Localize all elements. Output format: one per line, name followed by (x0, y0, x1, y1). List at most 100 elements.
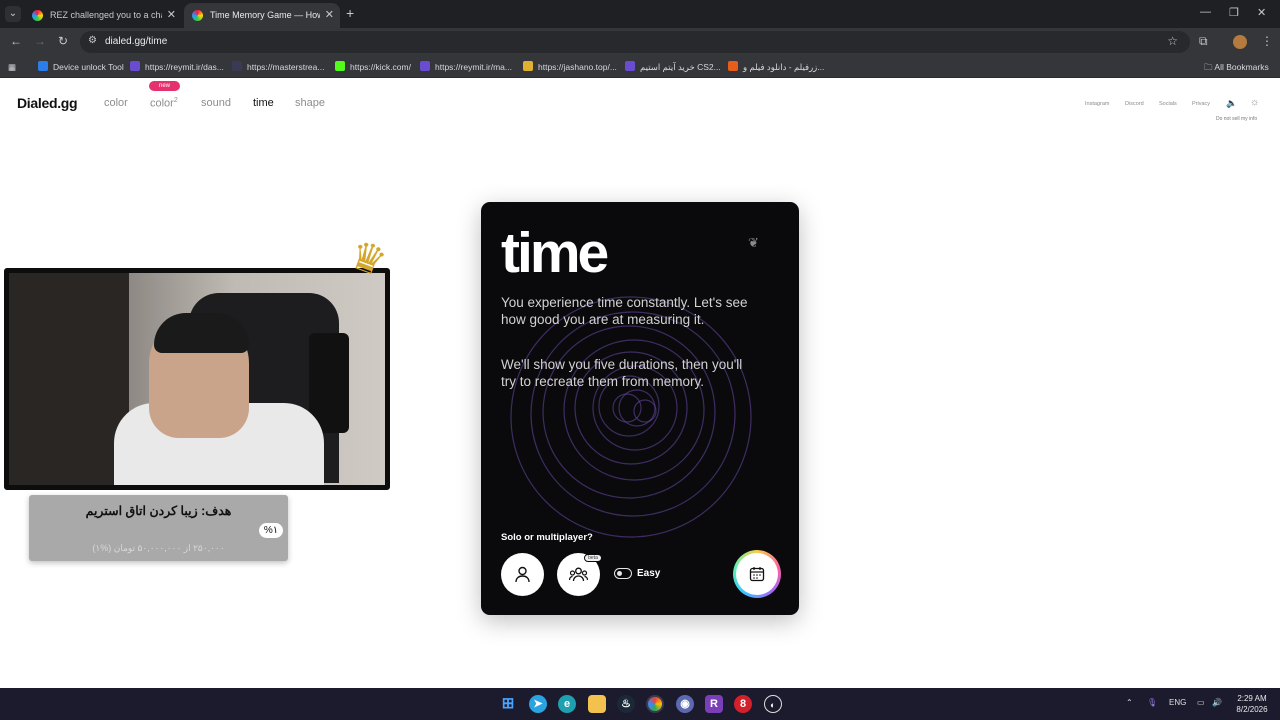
nav-sound[interactable]: sound (201, 97, 231, 109)
game-card: time ❦ You experience time constantly. L… (481, 202, 799, 615)
mode-question: Solo or multiplayer? (501, 532, 593, 543)
network-icon[interactable]: ▭ (1197, 698, 1205, 707)
windows-taskbar: ⊞ ➤ e ♨ ◉ R 8 ◐ ⌃ 🎙 ENG ▭ 🔊 2:29 AM 8/2/… (0, 688, 1280, 720)
bookmark-label: https://jashano.top/... (538, 62, 617, 72)
card-title: time (501, 221, 609, 285)
bookmark-item[interactable]: https://kick.com/ (335, 60, 411, 74)
all-bookmarks-label: All Bookmarks (1214, 62, 1269, 72)
bookmark-favicon (625, 61, 635, 71)
nav-shape[interactable]: shape (295, 97, 325, 109)
r-app-icon[interactable]: R (705, 695, 723, 713)
nav-time[interactable]: time (253, 97, 274, 109)
extensions-icon[interactable]: ⧉ (1199, 34, 1208, 49)
reload-icon[interactable]: ↻ (58, 34, 68, 48)
tab-favicon (192, 10, 203, 21)
url-text[interactable]: dialed.gg/time (105, 36, 167, 47)
menu-icon[interactable]: ⋮ (1261, 34, 1273, 48)
edge-icon[interactable]: e (558, 695, 576, 713)
minimize-icon[interactable]: — (1200, 6, 1211, 18)
goal-progress-text: ۲۵۰,۰۰۰ از ۵۰,۰۰۰,۰۰۰ تومان (%۱) (92, 543, 225, 553)
goal-title: هدف: زیبا کردن اتاق استریم (85, 504, 232, 518)
all-bookmarks[interactable]: 🗀 All Bookmarks (1204, 60, 1269, 74)
obs-icon[interactable]: ◐ (764, 695, 782, 713)
microphone-icon[interactable]: 🎙 (1147, 698, 1157, 707)
bookmark-star-icon[interactable]: ☆ (1167, 34, 1178, 48)
bookmark-item[interactable]: https://jashano.top/... (523, 60, 617, 74)
chrome-icon[interactable] (646, 695, 664, 713)
bookmark-favicon (420, 61, 430, 71)
solo-button[interactable] (501, 553, 544, 596)
link-discord[interactable]: Discord (1125, 101, 1144, 107)
webcam-overlay (4, 268, 390, 490)
nav-label: color (150, 97, 174, 110)
restore-icon[interactable]: ❐ (1229, 6, 1239, 19)
nav-color[interactable]: color (104, 97, 128, 109)
apps-icon[interactable]: ▦ (8, 60, 16, 74)
start-icon[interactable]: ⊞ (499, 695, 517, 713)
bookmark-favicon (335, 61, 345, 71)
goal-percent-badge: %۱ (259, 523, 283, 538)
difficulty-label[interactable]: Easy (637, 568, 660, 579)
webcam-shelf (9, 273, 129, 485)
tab-time-memory-game[interactable]: Time Memory Game — How Go ✕ (184, 3, 340, 28)
site-info-icon[interactable]: ⚙ (88, 35, 97, 46)
tab-strip: ⌄ REZ challenged you to a charac ✕ Time … (0, 0, 1280, 28)
bookmark-label: خرید آیتم استیم CS2... (640, 62, 721, 72)
tab-favicon (32, 10, 43, 21)
daily-challenge-button[interactable] (733, 550, 781, 598)
bookmark-label: زرفیلم - دانلود فیلم و... (743, 62, 825, 72)
folder-icon: 🗀 (1204, 62, 1215, 72)
tab-rez-challenge[interactable]: REZ challenged you to a charac ✕ (24, 3, 182, 28)
bookmark-item[interactable]: https://reymit.ir/ma... (420, 60, 512, 74)
group-icon (569, 567, 588, 582)
volume-icon[interactable]: 🔊 (1212, 698, 1222, 707)
link-socials[interactable]: Socials (1159, 101, 1177, 107)
system-clock[interactable]: 2:29 AM 8/2/2026 (1232, 693, 1272, 715)
file-explorer-icon[interactable] (588, 695, 606, 713)
bookmark-item[interactable]: Device unlock Tool (38, 60, 124, 74)
bookmark-favicon (728, 61, 738, 71)
leaderboard-laurel-icon[interactable]: ❦ (748, 235, 759, 251)
forward-icon[interactable]: → (34, 34, 46, 48)
bookmark-item[interactable]: خرید آیتم استیم CS2... (625, 60, 721, 74)
close-tab-icon[interactable]: ✕ (167, 3, 176, 28)
bookmark-item[interactable]: زرفیلم - دانلود فیلم و... (728, 60, 824, 74)
sound-icon[interactable]: 🔈 (1226, 98, 1237, 109)
language-indicator[interactable]: ENG (1169, 698, 1186, 707)
calendar-icon (749, 567, 765, 582)
clock-time: 2:29 AM (1237, 694, 1267, 703)
app-icon[interactable]: ◉ (676, 695, 694, 713)
bookmark-item[interactable]: https://masterstrea... (232, 60, 324, 74)
bookmark-label: https://masterstrea... (247, 62, 325, 72)
link-privacy[interactable]: Privacy (1192, 101, 1210, 107)
address-bar[interactable]: ⚙ dialed.gg/time ☆ (80, 31, 1190, 53)
telegram-icon[interactable]: ➤ (529, 695, 547, 713)
bookmark-label: https://reymit.ir/ma... (435, 62, 512, 72)
steam-icon[interactable]: ♨ (617, 695, 635, 713)
back-icon[interactable]: ← (10, 34, 22, 48)
theme-toggle-icon[interactable]: ☼ (1250, 97, 1259, 108)
nav-color-2[interactable]: color2 (150, 97, 178, 110)
difficulty-toggle[interactable] (614, 568, 632, 579)
new-badge: new (149, 81, 180, 91)
ggg-app-icon[interactable]: 8 (734, 695, 752, 713)
close-window-icon[interactable]: ✕ (1257, 6, 1266, 19)
tray-overflow-icon[interactable]: ⌃ (1126, 698, 1133, 707)
new-tab-button[interactable]: + (346, 5, 354, 21)
bookmark-label: https://kick.com/ (350, 62, 411, 72)
link-instagram[interactable]: Instagram (1085, 101, 1109, 107)
profile-avatar[interactable] (1233, 35, 1247, 49)
bookmark-item[interactable]: https://reymit.ir/das... (130, 60, 224, 74)
person-icon (515, 566, 530, 583)
clock-date: 8/2/2026 (1236, 705, 1268, 714)
site-logo[interactable]: Dialed.gg (17, 95, 78, 111)
page-content: Dialed.gg color new color2 sound time sh… (0, 79, 1280, 688)
do-not-sell-link[interactable]: Do not sell my info (1216, 116, 1257, 122)
instructions-text: We'll show you five durations, then you'… (501, 357, 743, 389)
bookmark-favicon (130, 61, 140, 71)
intro-text: You experience time constantly. Let's se… (501, 295, 748, 327)
close-tab-icon[interactable]: ✕ (325, 3, 334, 28)
beta-badge: beta (584, 554, 602, 562)
tab-search-button[interactable]: ⌄ (5, 6, 21, 22)
tab-title: REZ challenged you to a charac (50, 10, 162, 20)
